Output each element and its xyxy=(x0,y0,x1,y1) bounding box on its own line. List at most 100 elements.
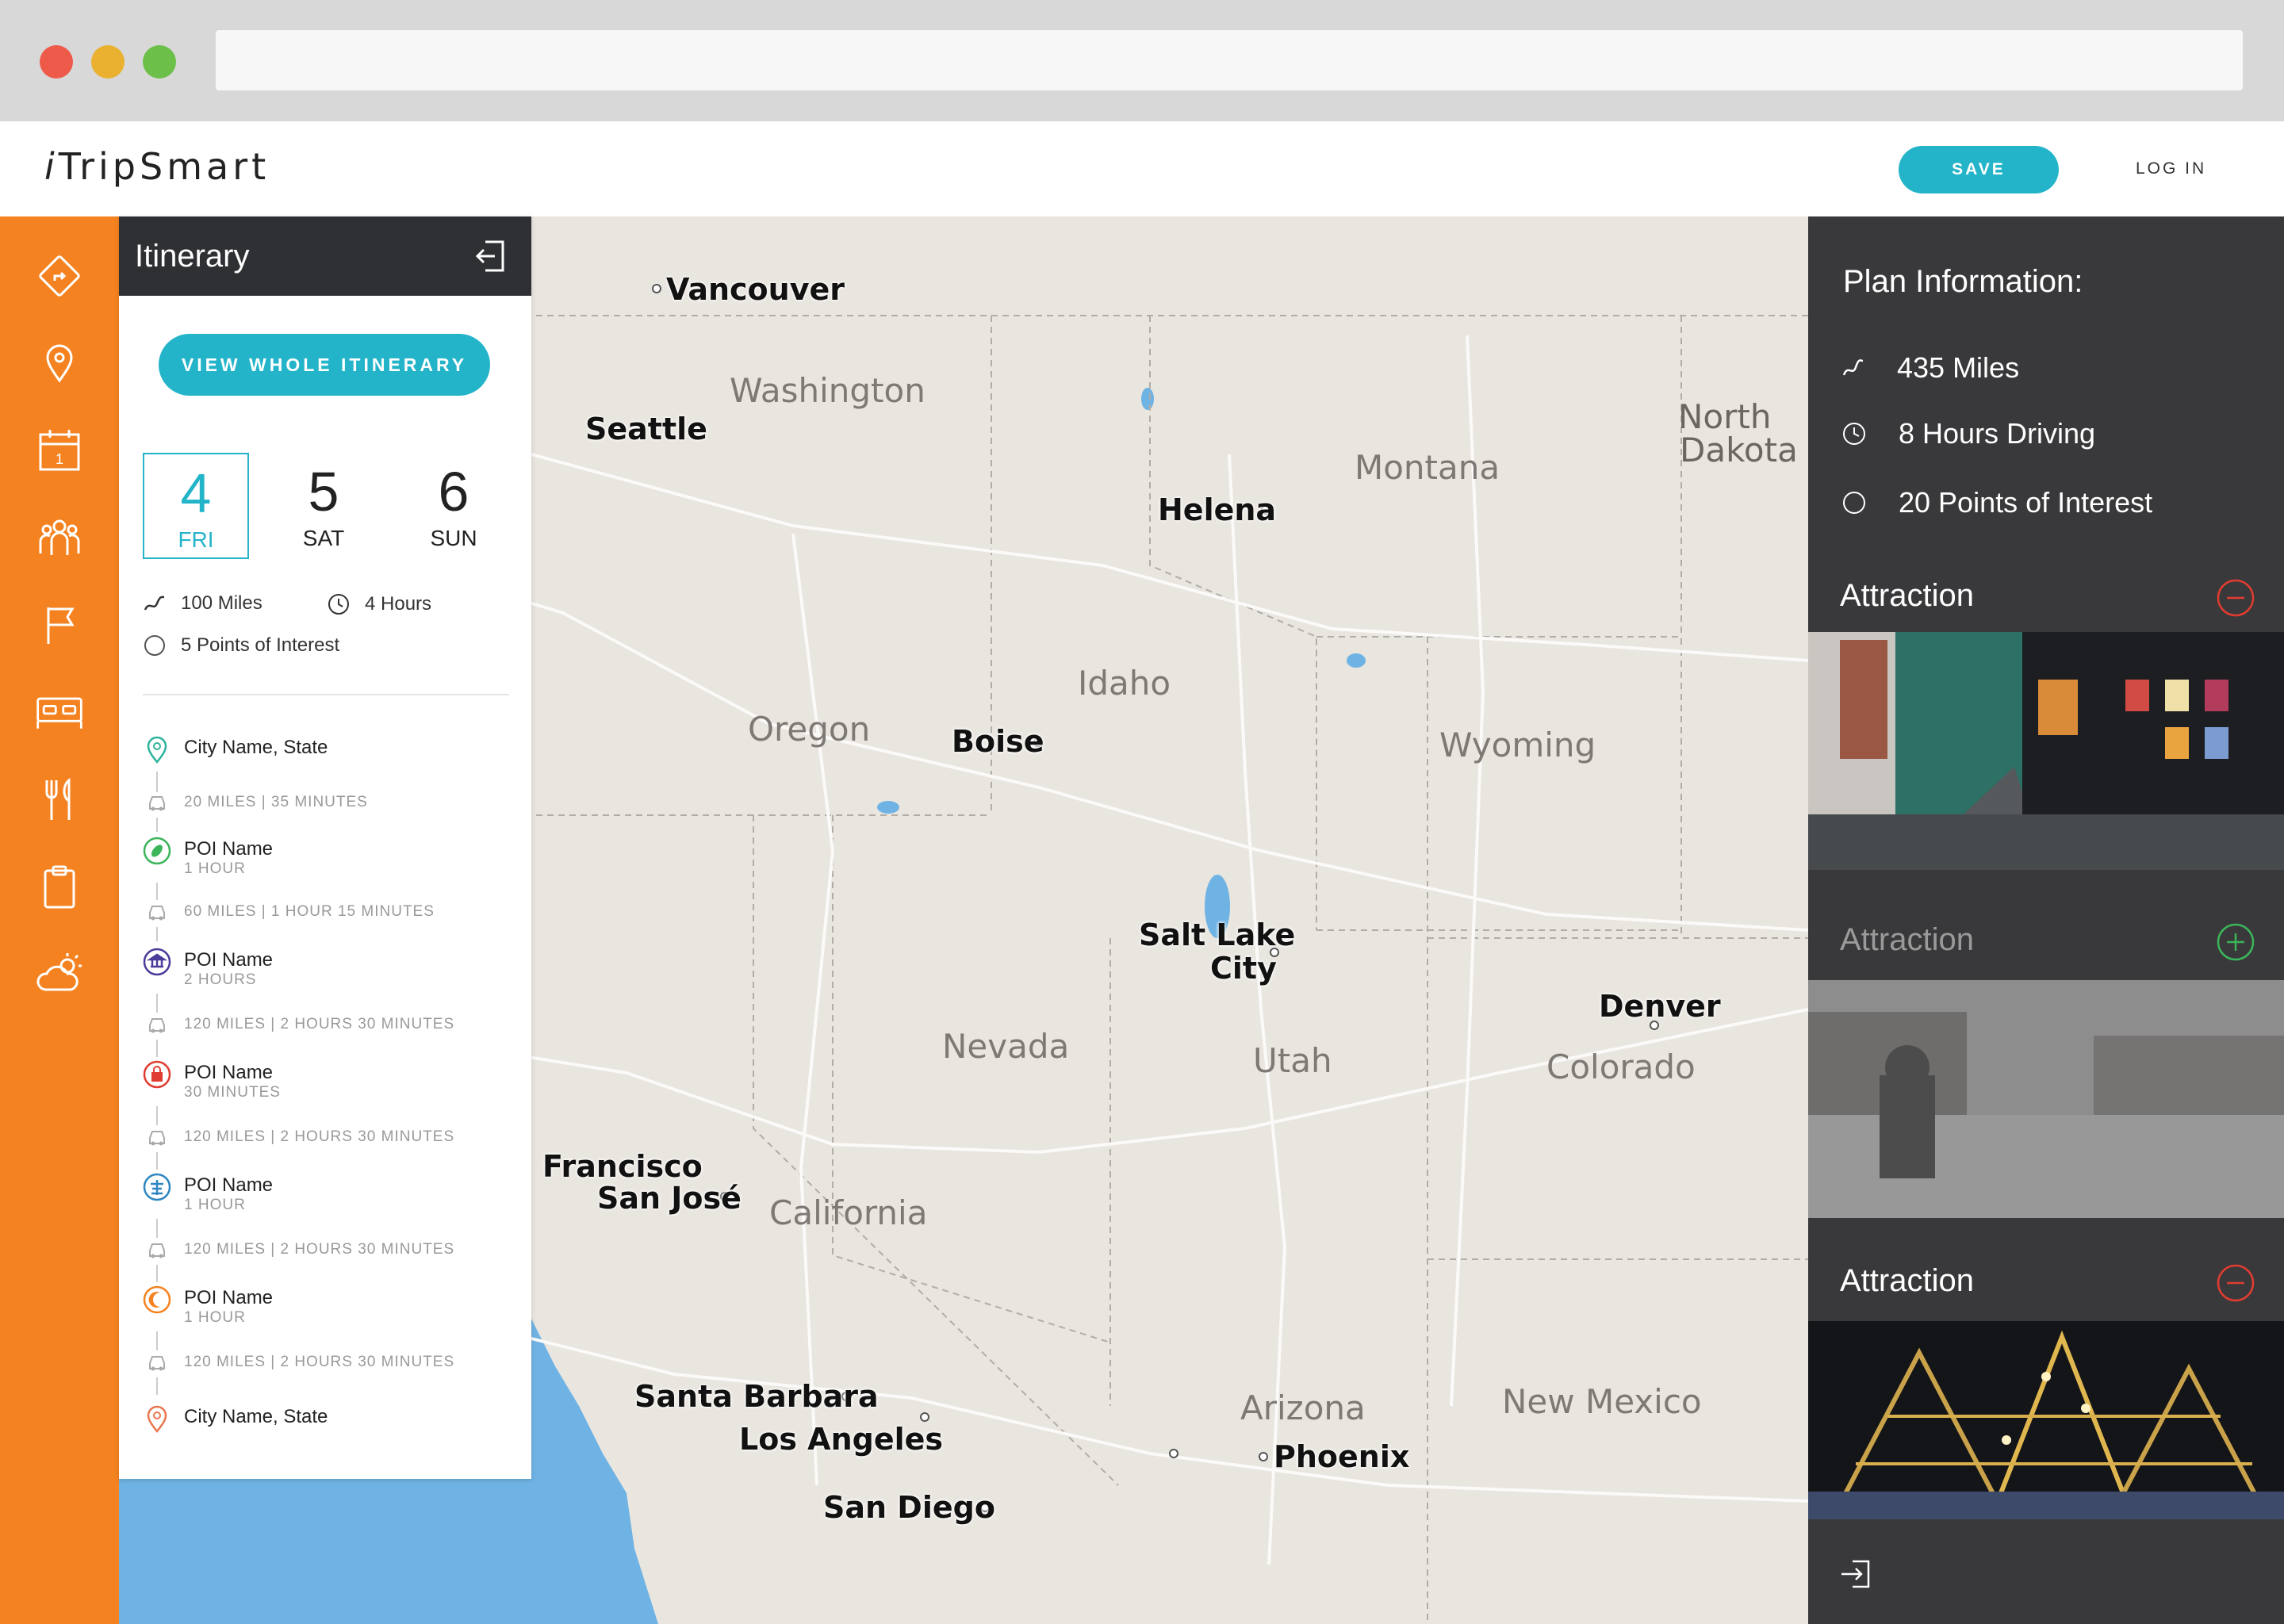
itinerary-title: Itinerary xyxy=(135,239,250,274)
poi-duration: 1 HOUR xyxy=(184,1197,246,1213)
map-city-label: Helena xyxy=(1158,492,1277,527)
app-header: iTripSmart SAVE LOG IN xyxy=(0,121,2284,216)
poi-duration: 2 HOURS xyxy=(184,971,257,988)
itinerary-poi[interactable]: POI Name 30 MINUTES xyxy=(141,1059,514,1106)
collapse-panel-icon[interactable] xyxy=(469,236,511,277)
attraction-photo[interactable] xyxy=(1808,980,2284,1218)
itinerary-city-start[interactable]: City Name, State xyxy=(141,733,514,765)
poi-duration: 30 MINUTES xyxy=(184,1084,281,1101)
flag-icon[interactable] xyxy=(33,599,86,651)
connector-line xyxy=(156,1377,158,1395)
attraction-photo[interactable] xyxy=(1808,1321,2284,1519)
clipboard-icon[interactable] xyxy=(33,860,86,913)
stop-name: City Name, State xyxy=(184,737,328,758)
connector-line xyxy=(156,994,158,1013)
calendar-icon[interactable]: 1 xyxy=(33,424,86,477)
plan-poi: 20 Points of Interest xyxy=(1841,486,2152,519)
day-number: 4 xyxy=(180,462,212,524)
lake xyxy=(1347,653,1366,668)
browser-chrome xyxy=(0,0,2284,121)
weather-icon[interactable] xyxy=(33,948,86,1000)
maximize-window-button[interactable] xyxy=(143,45,176,79)
day-weekday: SAT xyxy=(302,526,345,550)
restaurant-icon[interactable] xyxy=(33,773,86,825)
close-window-button[interactable] xyxy=(40,45,73,79)
add-attraction-icon[interactable] xyxy=(2216,922,2255,962)
day-weekday: SUN xyxy=(430,526,477,550)
location-pin-icon[interactable] xyxy=(33,337,86,389)
connector-line xyxy=(156,1219,158,1238)
directions-icon[interactable] xyxy=(33,250,86,302)
view-whole-itinerary-button[interactable]: VIEW WHOLE ITINERARY xyxy=(159,334,490,396)
map-state-label: Utah xyxy=(1253,1041,1332,1080)
day-poi: 5 Points of Interest xyxy=(143,634,339,657)
map-state-label: Colorado xyxy=(1546,1048,1696,1086)
map-city-label: Boise xyxy=(952,724,1044,759)
car-icon xyxy=(149,1131,165,1146)
connector-line xyxy=(156,1106,158,1125)
map-city-label: Santa Barbara xyxy=(634,1379,879,1414)
connector-line xyxy=(156,1040,158,1057)
poi-name: POI Name xyxy=(184,1062,274,1083)
drive-segment: 60 MILES | 1 HOUR 15 MINUTES xyxy=(141,903,514,927)
map-city-label: Los Angeles xyxy=(739,1422,944,1457)
logo-text: TripSmart xyxy=(58,145,270,188)
day-tab-sat[interactable]: 5 SAT xyxy=(270,453,377,559)
day-miles-text: 100 Miles xyxy=(181,592,263,614)
day-tab-fri[interactable]: 4 FRI xyxy=(143,453,249,559)
sidebar: 1 xyxy=(0,216,119,1624)
itinerary-poi[interactable]: POI Name 1 HOUR xyxy=(141,1171,514,1219)
museum-icon xyxy=(143,948,171,976)
lake xyxy=(1141,388,1154,410)
poi-name: POI Name xyxy=(184,1174,274,1196)
map-city-label: Denver xyxy=(1599,989,1721,1024)
day-poi-text: 5 Points of Interest xyxy=(181,634,340,656)
exit-icon[interactable] xyxy=(1837,1555,1875,1593)
plan-driving-text: 8 Hours Driving xyxy=(1899,417,2096,450)
itinerary-poi[interactable]: POI Name 2 HOURS xyxy=(141,946,514,994)
remove-attraction-icon[interactable] xyxy=(2216,1263,2255,1303)
itinerary-header: Itinerary xyxy=(119,216,531,296)
plan-driving: 8 Hours Driving xyxy=(1841,417,2095,450)
plan-poi-text: 20 Points of Interest xyxy=(1899,486,2153,519)
attraction-header: Attraction xyxy=(1808,905,2284,976)
day-number: 6 xyxy=(438,461,469,523)
plan-title: Plan Information: xyxy=(1843,264,2083,299)
day-miles: 100 Miles xyxy=(143,592,263,615)
day-hours: 4 Hours xyxy=(327,592,431,616)
attraction-photo[interactable] xyxy=(1808,632,2284,870)
moon-icon xyxy=(143,1285,171,1314)
people-icon[interactable] xyxy=(33,511,86,564)
drive-segment: 120 MILES | 2 HOURS 30 MINUTES xyxy=(141,1241,514,1265)
highways xyxy=(356,335,1808,1565)
map-state-label: New Mexico xyxy=(1502,1382,1702,1421)
poi-duration: 1 HOUR xyxy=(184,1309,246,1326)
map-state-label: Nevada xyxy=(942,1027,1070,1066)
save-button[interactable]: SAVE xyxy=(1899,146,2059,193)
address-bar[interactable] xyxy=(216,30,2243,90)
location-pin-icon xyxy=(147,736,167,764)
drive-text: 120 MILES | 2 HOURS 30 MINUTES xyxy=(184,1354,455,1370)
clock-icon xyxy=(328,594,349,615)
drive-text: 20 MILES | 35 MINUTES xyxy=(184,794,368,810)
drive-segment: 20 MILES | 35 MINUTES xyxy=(141,794,514,818)
bed-icon[interactable] xyxy=(33,686,86,738)
minimize-window-button[interactable] xyxy=(91,45,125,79)
map-state-label: Idaho xyxy=(1078,664,1171,703)
map-city-label: Phoenix xyxy=(1274,1439,1410,1474)
connector-line xyxy=(156,818,158,832)
poi-name: POI Name xyxy=(184,1287,274,1308)
app-logo[interactable]: iTripSmart xyxy=(44,145,270,188)
remove-attraction-icon[interactable] xyxy=(2216,578,2255,618)
itinerary-poi[interactable]: POI Name 1 HOUR xyxy=(141,835,514,883)
itinerary-poi[interactable]: POI Name 1 HOUR xyxy=(141,1284,514,1331)
login-link[interactable]: LOG IN xyxy=(2136,159,2206,178)
drive-text: 120 MILES | 2 HOURS 30 MINUTES xyxy=(184,1128,455,1145)
itinerary-city-end[interactable]: City Name, State xyxy=(141,1403,514,1434)
map-city-label: City xyxy=(1210,951,1277,986)
car-icon xyxy=(149,1243,165,1258)
poi-duration: 1 HOUR xyxy=(184,860,246,877)
map-state-label: Oregon xyxy=(748,710,871,749)
day-tab-sun[interactable]: 6 SUN xyxy=(400,453,507,559)
connector-line xyxy=(156,1331,158,1350)
